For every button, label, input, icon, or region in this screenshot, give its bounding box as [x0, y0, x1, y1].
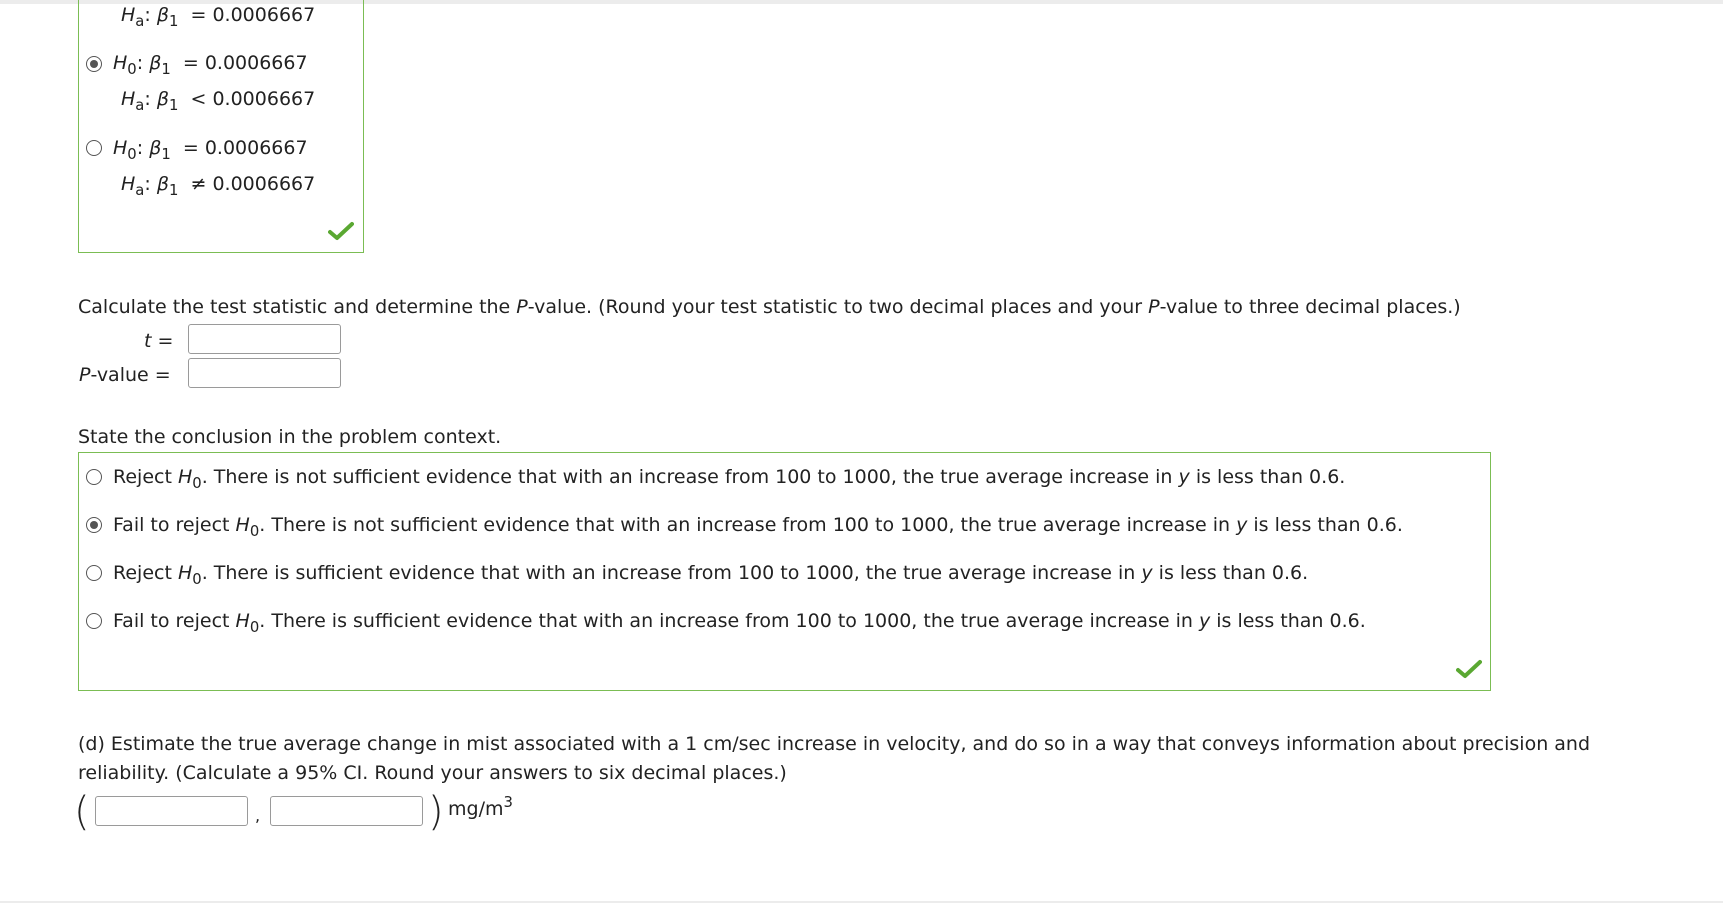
conclusion-option-4-radio[interactable]	[86, 613, 102, 629]
ci-lower-input[interactable]	[95, 796, 248, 826]
ci-unit: mg/m3	[448, 793, 513, 820]
p-value-input[interactable]	[188, 358, 341, 388]
conclusion-option-1-label[interactable]: Reject H0. There is not sufficient evide…	[113, 466, 1345, 491]
ci-open-paren: (	[74, 789, 90, 835]
part-d-instruction-line2: reliability. (Calculate a 95% CI. Round …	[78, 762, 787, 784]
hypotheses-answer-box	[78, 0, 364, 253]
conclusion-option-2-label[interactable]: Fail to reject H0. There is not sufficie…	[113, 514, 1403, 539]
ci-upper-input[interactable]	[270, 796, 423, 826]
conclusion-option-4-label[interactable]: Fail to reject H0. There is sufficient e…	[113, 610, 1366, 635]
conclusion-prompt: State the conclusion in the problem cont…	[78, 426, 502, 448]
part-d-instruction-line1: (d) Estimate the true average change in …	[78, 733, 1591, 755]
ci-close-paren: )	[428, 789, 444, 835]
partial-alt-hypothesis: Ha: β1 = 0.0006667	[121, 4, 316, 31]
t-statistic-input[interactable]	[188, 324, 341, 354]
conclusion-option-1-radio[interactable]	[86, 469, 102, 485]
t-label: t =	[144, 330, 174, 352]
conclusion-option-3-label[interactable]: Reject H0. There is sufficient evidence …	[113, 562, 1308, 587]
ci-comma: ,	[255, 806, 261, 825]
checkmark-icon	[328, 222, 354, 240]
test-stat-instruction: Calculate the test statistic and determi…	[78, 296, 1461, 318]
hypothesis-option-2-radio[interactable]	[86, 56, 102, 72]
checkmark-icon	[1456, 660, 1482, 678]
hypothesis-option-2-alt: Ha: β1 < 0.0006667	[121, 88, 316, 115]
p-value-label: P-value =	[79, 364, 171, 386]
hypothesis-option-3-null: H0: β1 = 0.0006667	[113, 137, 308, 164]
hypothesis-option-2-null: H0: β1 = 0.0006667	[113, 52, 308, 79]
hypothesis-option-3-radio[interactable]	[86, 140, 102, 156]
conclusion-option-2-radio[interactable]	[86, 517, 102, 533]
hypothesis-option-3-alt: Ha: β1 ≠ 0.0006667	[121, 173, 316, 200]
conclusion-option-3-radio[interactable]	[86, 565, 102, 581]
